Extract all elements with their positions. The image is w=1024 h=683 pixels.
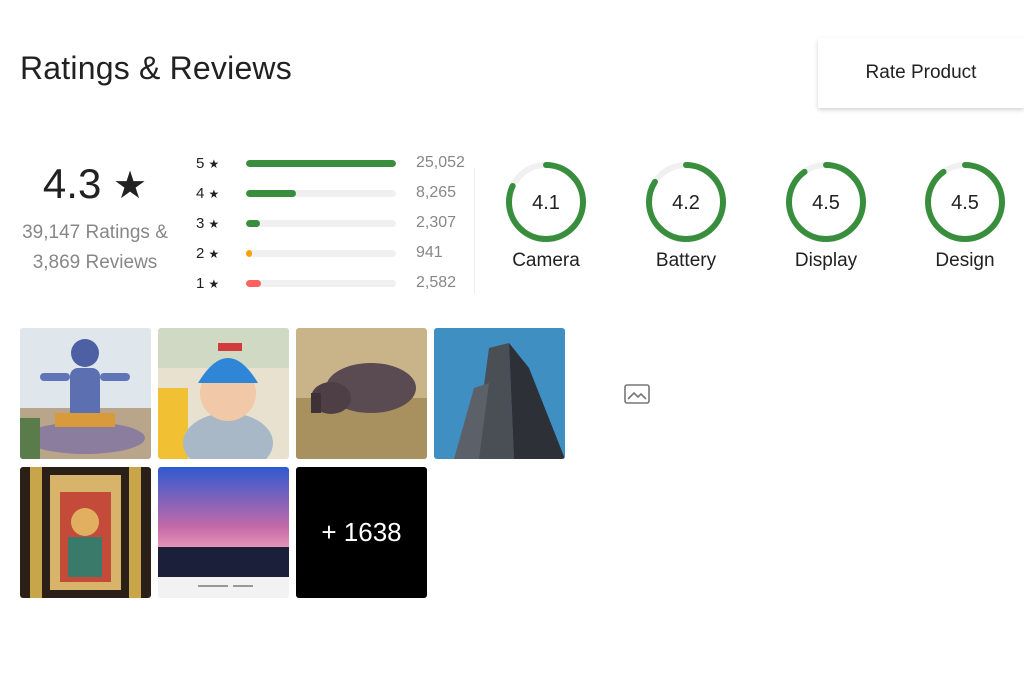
distribution-row: 5 ★ 25,052	[196, 148, 476, 178]
review-photo[interactable]	[158, 328, 289, 459]
aspect-value: 4.5	[951, 192, 979, 214]
star-level-label: 4 ★	[196, 184, 220, 202]
star-icon: ★	[208, 246, 220, 261]
average-rating: 4.3 ★ 39,147 Ratings & 3,869 Reviews	[20, 160, 170, 278]
aspect-label: Camera	[512, 250, 580, 271]
review-photo[interactable]	[20, 328, 151, 459]
distribution-count: 941	[416, 244, 443, 261]
aspect-rating-display: 4.5 Display	[776, 160, 876, 272]
distribution-count: 2,307	[416, 214, 457, 231]
distribution-bar-fill	[246, 279, 261, 287]
divider	[474, 168, 475, 294]
star-level-label: 1 ★	[196, 274, 220, 292]
distribution-count: 2,582	[416, 274, 457, 291]
distribution-row: 1 ★ 2,582	[196, 268, 476, 298]
aspect-rating-battery: 4.2 Battery	[636, 160, 736, 272]
reviews-count-text: 3,869 Reviews	[32, 252, 158, 273]
aspect-ring: 4.1	[506, 162, 586, 242]
distribution-bar-track	[246, 189, 396, 197]
page-title: Ratings & Reviews	[20, 50, 292, 86]
aspect-value: 4.1	[532, 192, 560, 214]
aspect-rating-camera: 4.1 Camera	[496, 160, 596, 272]
distribution-bar-track	[246, 249, 396, 257]
star-icon: ★	[208, 186, 220, 201]
star-level-label: 5 ★	[196, 154, 220, 172]
rate-product-button[interactable]: Rate Product	[818, 38, 1024, 108]
star-level-label: 3 ★	[196, 214, 220, 232]
distribution-bar-track	[246, 279, 396, 287]
distribution-bar-track	[246, 219, 396, 227]
more-photos-count: + 1638	[321, 517, 402, 547]
distribution-count: 8,265	[416, 184, 457, 201]
aspect-value: 4.2	[672, 192, 700, 214]
distribution-row: 4 ★ 8,265	[196, 178, 476, 208]
average-rating-value: 4.3 ★	[20, 160, 170, 210]
star-level-label: 2 ★	[196, 244, 220, 262]
average-rating-number: 4.3	[42, 160, 102, 207]
distribution-row: 2 ★ 941	[196, 238, 476, 268]
ratings-count-text: 39,147 Ratings &	[22, 222, 168, 243]
aspect-ring: 4.5	[786, 162, 866, 242]
review-photo[interactable]	[158, 467, 289, 598]
distribution-bar-fill	[246, 189, 296, 197]
distribution-count: 25,052	[416, 154, 465, 171]
distribution-bar-fill	[246, 159, 396, 167]
distribution-bar-fill	[246, 249, 252, 257]
rating-distribution: 5 ★ 25,052 4 ★ 8,265 3 ★ 2,307 2 ★ 941 1…	[196, 148, 476, 298]
aspect-label: Design	[935, 250, 995, 271]
aspect-ring: 4.2	[646, 162, 726, 242]
aspect-label: Battery	[655, 250, 717, 271]
distribution-row: 3 ★ 2,307	[196, 208, 476, 238]
star-icon: ★	[208, 216, 220, 231]
aspect-ring: 4.5	[925, 162, 1005, 242]
distribution-bar-track	[246, 159, 396, 167]
review-photo[interactable]	[20, 467, 151, 598]
more-photos-button[interactable]: + 1638	[296, 467, 427, 598]
aspect-value: 4.5	[812, 192, 840, 214]
star-icon: ★	[208, 276, 220, 291]
image-icon[interactable]	[624, 384, 650, 404]
star-icon: ★	[112, 165, 148, 207]
star-icon: ★	[208, 156, 220, 171]
review-photo[interactable]	[296, 328, 427, 459]
ratings-count: 39,147 Ratings & 3,869 Reviews	[20, 218, 170, 278]
aspect-rating-design: 4.5 Design	[915, 160, 1015, 272]
distribution-bar-fill	[246, 219, 260, 227]
aspect-label: Display	[794, 250, 858, 271]
review-photo[interactable]	[434, 328, 565, 459]
